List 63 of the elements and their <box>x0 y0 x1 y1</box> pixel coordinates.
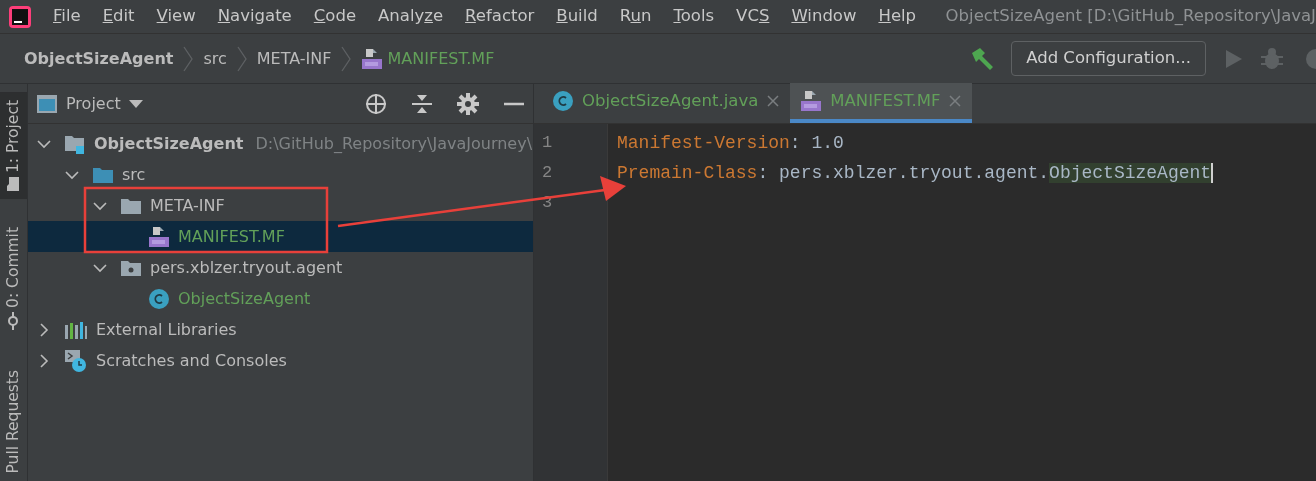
panel-window-icon <box>36 93 58 114</box>
side-tab[interactable]: 0: Commit <box>0 219 27 338</box>
breadcrumb-item[interactable]: MANIFEST.MF <box>387 46 495 71</box>
locate-icon[interactable] <box>365 92 387 115</box>
hammer-icon[interactable] <box>969 45 996 72</box>
tree-item-label: External Libraries <box>96 318 237 341</box>
menu-item[interactable]: Refactor <box>454 4 546 29</box>
app-logo-icon <box>8 4 32 29</box>
menu-item[interactable]: Navigate <box>206 4 303 29</box>
window-title: ObjectSizeAgent [D:\GitHub_Repository\JavaJ <box>944 5 1316 28</box>
menu-item[interactable]: Edit <box>91 4 146 29</box>
tree-item-label: pers.xblzer.tryout.agent <box>150 256 343 279</box>
line-number: 2 <box>541 162 554 184</box>
menu-item[interactable]: View <box>145 4 207 29</box>
folder-icon <box>6 176 21 193</box>
tree-item-label: META-INF <box>150 194 225 217</box>
tree-item-label: ObjectSizeAgent <box>178 287 311 310</box>
side-tab[interactable]: Pull Requests <box>0 361 27 481</box>
breadcrumb-item[interactable]: src <box>203 46 227 71</box>
tree-row[interactable]: ObjectSizeAgent <box>28 283 533 314</box>
breadcrumb-item[interactable]: META-INF <box>256 46 332 71</box>
editor-tab[interactable]: ObjectSizeAgent.java <box>542 83 791 123</box>
menu-item[interactable]: Run <box>608 4 663 29</box>
tree-row[interactable]: pers.xblzer.tryout.agent <box>28 252 533 283</box>
menu-item[interactable]: Build <box>545 4 609 29</box>
project-path: D:\GitHub_Repository\JavaJourney\ <box>255 132 533 155</box>
class-icon <box>552 90 574 112</box>
code-line: Premain-Class: pers.xblzer.tryout.agent.ObjectSizeAgent <box>617 162 1214 185</box>
side-tab[interactable]: 1: Project <box>0 92 27 200</box>
tree-item-label: Scratches and Consoles <box>96 349 287 372</box>
dropdown-caret-icon[interactable] <box>128 98 143 109</box>
tree-row[interactable]: ObjectSizeAgent D:\GitHub_Repository\JavaJourney\ <box>28 128 533 159</box>
menu-item[interactable]: Help <box>867 4 928 29</box>
tree-row[interactable]: MANIFEST.MF <box>28 221 533 252</box>
breadcrumb-item[interactable]: ObjectSizeAgent <box>24 46 174 71</box>
menu-item[interactable]: Analyze <box>367 4 455 29</box>
tree-item-label: src <box>122 163 146 186</box>
panel-dropdown[interactable]: Project <box>66 91 121 116</box>
tree-row[interactable]: META-INF <box>28 190 533 221</box>
line-number: 1 <box>541 132 554 154</box>
tree-row[interactable]: src <box>28 159 533 190</box>
menu-item[interactable]: Code <box>302 4 368 29</box>
tree-row[interactable]: External Libraries <box>28 314 533 345</box>
collapse-all-icon[interactable] <box>411 92 433 115</box>
menu-item[interactable]: File <box>42 4 92 29</box>
tab-label: ObjectSizeAgent.java <box>582 89 759 112</box>
menu-item[interactable]: Tools <box>662 4 726 29</box>
class-icon <box>148 287 170 310</box>
manifest-file-icon <box>361 47 384 70</box>
add-configuration-button[interactable]: Add Configuration... <box>1011 41 1206 76</box>
tree-item-label: MANIFEST.MF <box>178 225 285 248</box>
tree-item-label: ObjectSizeAgent <box>94 132 244 155</box>
menu-item[interactable]: VCS <box>725 4 781 29</box>
scratch-console-icon <box>64 348 88 373</box>
settings-icon[interactable] <box>457 92 479 115</box>
tree-row[interactable]: Scratches and Consoles <box>28 345 533 376</box>
library-bars-icon <box>64 319 88 340</box>
close-icon[interactable] <box>766 94 781 108</box>
menu-item[interactable]: Window <box>780 4 868 29</box>
code-line: Manifest-Version: 1.0 <box>617 132 844 155</box>
tab-label: MANIFEST.MF <box>830 89 941 112</box>
manifest-file-icon <box>148 225 170 248</box>
manifest-file-icon <box>800 90 823 112</box>
